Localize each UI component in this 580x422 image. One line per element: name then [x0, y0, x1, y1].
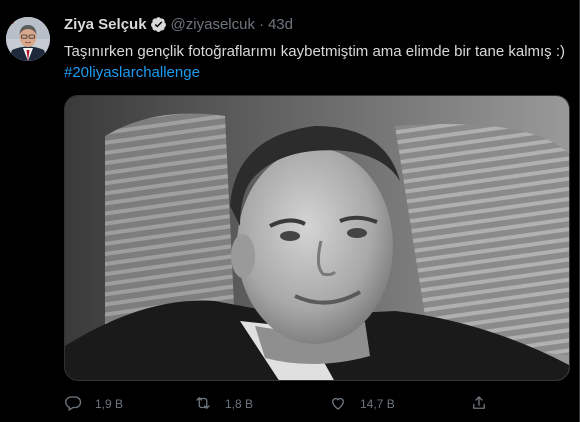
- tweet-actions: 1,9 B 1,8 B 14,7 B: [64, 393, 504, 415]
- author-handle[interactable]: @ziyaselcuk: [171, 16, 255, 33]
- retweet-count: 1,8 B: [225, 397, 254, 411]
- reply-icon: [64, 394, 82, 415]
- reply-count: 1,9 B: [95, 397, 124, 411]
- share-icon: [470, 394, 488, 415]
- black-and-white-portrait-image: [65, 96, 569, 380]
- like-count: 14,7 B: [360, 397, 395, 411]
- retweet-button[interactable]: 1,8 B: [194, 393, 253, 415]
- tweet-photo[interactable]: [64, 95, 570, 381]
- avatar[interactable]: [6, 17, 50, 61]
- tweet-timestamp[interactable]: 43d: [268, 16, 293, 33]
- author-name[interactable]: Ziya Selçuk: [64, 16, 147, 33]
- verified-badge-icon: [150, 16, 167, 33]
- share-button[interactable]: [470, 393, 488, 415]
- like-button[interactable]: 14,7 B: [329, 393, 395, 415]
- reply-button[interactable]: 1,9 B: [64, 393, 123, 415]
- hashtag-link[interactable]: #20liyaslarchallenge: [64, 63, 200, 83]
- tweet-header: Ziya Selçuk @ziyaselcuk · 43d: [64, 14, 293, 34]
- tweet-text: Taşınırken gençlik fotoğraflarımı kaybet…: [64, 43, 566, 60]
- retweet-icon: [194, 394, 212, 415]
- tweet-card[interactable]: Ziya Selçuk @ziyaselcuk · 43d Taşınırken…: [0, 0, 580, 422]
- like-icon: [329, 394, 347, 415]
- separator-dot: ·: [258, 15, 264, 33]
